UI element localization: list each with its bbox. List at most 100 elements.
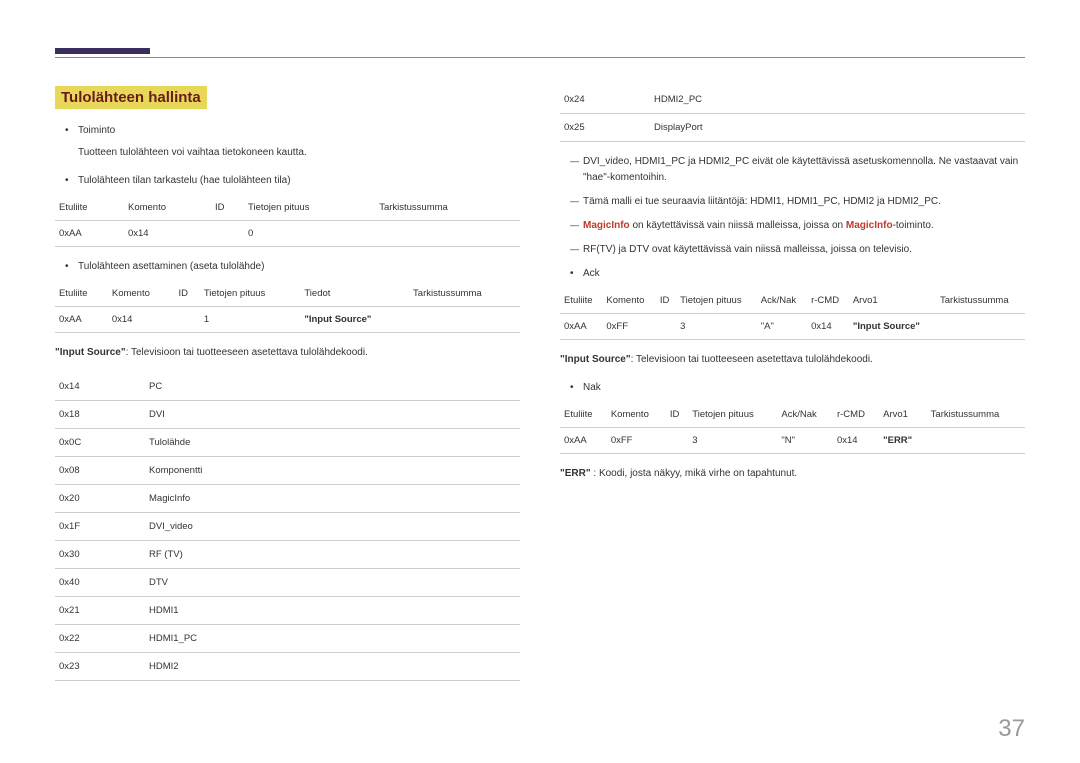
td: 0x14	[55, 373, 145, 401]
table-row: 0x18DVI	[55, 401, 520, 429]
table-row: Etuliite Komento ID Tietojen pituus Ack/…	[560, 402, 1025, 428]
table-view-state: Etuliite Komento ID Tietojen pituus Tark…	[55, 195, 520, 247]
td: 0xFF	[602, 314, 655, 340]
td: 0x30	[55, 541, 145, 569]
td	[375, 221, 520, 247]
td: 0xAA	[560, 314, 602, 340]
table-row: 0xAA 0x14 1 "Input Source"	[55, 307, 520, 333]
note-prefix: "ERR"	[560, 468, 591, 479]
th: Etuliite	[55, 195, 124, 221]
td: 3	[688, 428, 777, 454]
note-text: : Koodi, josta näkyy, mikä virhe on tapa…	[591, 468, 798, 479]
table-row: Etuliite Komento ID Tietojen pituus Ack/…	[560, 288, 1025, 314]
td: DVI_video	[145, 513, 520, 541]
source-codes-table: 0x14PC 0x18DVI 0x0CTulolähde 0x08Kompone…	[55, 373, 520, 681]
th: r-CMD	[807, 288, 849, 314]
th: ID	[175, 281, 200, 307]
dash-note-1: DVI_video, HDMI1_PC ja HDMI2_PC eivät ol…	[570, 154, 1025, 186]
td: PC	[145, 373, 520, 401]
table-row: 0x21HDMI1	[55, 597, 520, 625]
td	[666, 428, 688, 454]
td: 0x0C	[55, 429, 145, 457]
td	[211, 221, 244, 247]
th: ID	[666, 402, 688, 428]
bullet-view-state: Tulolähteen tilan tarkastelu (hae tulolä…	[65, 173, 520, 189]
magicinfo-label-2: MagicInfo	[846, 220, 893, 231]
td: RF (TV)	[145, 541, 520, 569]
td: Komponentti	[145, 457, 520, 485]
td: "Input Source"	[300, 307, 409, 333]
table-row: 0x40DTV	[55, 569, 520, 597]
th: Ack/Nak	[757, 288, 807, 314]
ack-note: "Input Source": Televisioon tai tuottees…	[560, 352, 1025, 368]
th: Ack/Nak	[777, 402, 833, 428]
td: "A"	[757, 314, 807, 340]
td	[409, 307, 520, 333]
table-row: 0x08Komponentti	[55, 457, 520, 485]
page-columns: Tulolähteen hallinta Toiminto Tuotteen t…	[55, 86, 1025, 693]
dash-note-4: RF(TV) ja DTV ovat käytettävissä vain ni…	[570, 242, 1025, 258]
td: 0xAA	[560, 428, 607, 454]
err-note: "ERR" : Koodi, josta näkyy, mikä virhe o…	[560, 466, 1025, 482]
table-row: 0x1FDVI_video	[55, 513, 520, 541]
table-row: 0x0CTulolähde	[55, 429, 520, 457]
td: 0x14	[807, 314, 849, 340]
th: Komento	[607, 402, 666, 428]
td	[936, 314, 1025, 340]
td: 0x1F	[55, 513, 145, 541]
th: Tietojen pituus	[676, 288, 757, 314]
td: 0xAA	[55, 221, 124, 247]
th: Etuliite	[55, 281, 108, 307]
th: Tarkistussumma	[936, 288, 1025, 314]
td: 0x14	[124, 221, 211, 247]
th: Etuliite	[560, 288, 602, 314]
dash-note-3: MagicInfo on käytettävissä vain niissä m…	[570, 218, 1025, 234]
td: "Input Source"	[849, 314, 936, 340]
th: Komento	[108, 281, 175, 307]
td	[927, 428, 1025, 454]
td: 0x08	[55, 457, 145, 485]
td: 1	[200, 307, 301, 333]
td: DTV	[145, 569, 520, 597]
td: 0x20	[55, 485, 145, 513]
dash3-mid: on käytettävissä vain niissä malleissa, …	[630, 220, 846, 231]
table-row: Etuliite Komento ID Tietojen pituus Tied…	[55, 281, 520, 307]
right-column: 0x24HDMI2_PC 0x25DisplayPort DVI_video, …	[560, 86, 1025, 693]
table-row: 0x25DisplayPort	[560, 114, 1025, 142]
th: Tarkistussumma	[375, 195, 520, 221]
header-rule	[55, 57, 1025, 58]
magicinfo-label: MagicInfo	[583, 220, 630, 231]
note-text: : Televisioon tai tuotteeseen asetettava…	[126, 347, 368, 358]
table-row: 0xAA 0xFF 3 "A" 0x14 "Input Source"	[560, 314, 1025, 340]
td: HDMI1_PC	[145, 625, 520, 653]
th: Tietojen pituus	[688, 402, 777, 428]
bullet-set-state: Tulolähteen asettaminen (aseta tulolähde…	[65, 259, 520, 275]
input-source-note: "Input Source": Televisioon tai tuottees…	[55, 345, 520, 361]
note-text: : Televisioon tai tuotteeseen asetettava…	[631, 354, 873, 365]
bullet-ack: Ack	[570, 266, 1025, 282]
ack-table: Etuliite Komento ID Tietojen pituus Ack/…	[560, 288, 1025, 340]
th: Tietojen pituus	[200, 281, 301, 307]
td: DVI	[145, 401, 520, 429]
section-title: Tulolähteen hallinta	[55, 86, 207, 109]
td: "N"	[777, 428, 833, 454]
td: 0x14	[833, 428, 879, 454]
nak-table: Etuliite Komento ID Tietojen pituus Ack/…	[560, 402, 1025, 454]
table-row: 0x22HDMI1_PC	[55, 625, 520, 653]
table-row: 0xAA 0xFF 3 "N" 0x14 "ERR"	[560, 428, 1025, 454]
td: 0	[244, 221, 375, 247]
th: Etuliite	[560, 402, 607, 428]
th: Komento	[124, 195, 211, 221]
td: DisplayPort	[650, 114, 1025, 142]
th: ID	[211, 195, 244, 221]
toiminto-desc: Tuotteen tulolähteen voi vaihtaa tietoko…	[65, 145, 520, 161]
tab-indicator	[55, 48, 150, 54]
td: HDMI2_PC	[650, 86, 1025, 114]
bullet-toiminto: Toiminto	[65, 123, 520, 139]
th: Arvo1	[879, 402, 927, 428]
td: 0xAA	[55, 307, 108, 333]
table-row: 0x30RF (TV)	[55, 541, 520, 569]
dash-note-2: Tämä malli ei tue seuraavia liitäntöjä: …	[570, 194, 1025, 210]
td: HDMI2	[145, 653, 520, 681]
th: Komento	[602, 288, 655, 314]
